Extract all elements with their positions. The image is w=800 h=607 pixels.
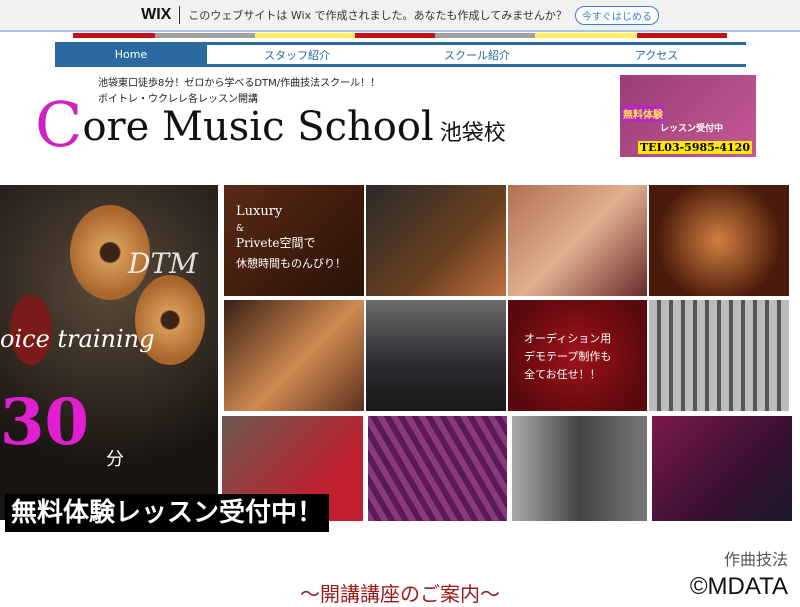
photo-luxury: Luxury & Privete空間で 休憩時間ものんびり！ <box>224 185 364 296</box>
title-initial: C <box>35 88 83 161</box>
nav-home[interactable]: Home <box>55 45 207 64</box>
nav-access[interactable]: アクセス <box>567 45 746 64</box>
hero-dtm: DTM <box>128 247 198 280</box>
promo-tel: TEL03-5985-4120 <box>638 141 752 154</box>
photo-audition: オーディション用 デモテープ制作も 全てお任せ！！ <box>508 300 647 411</box>
hero-guitar-image: DTM oice training 30 分 <box>0 185 218 520</box>
hero-voice: oice training <box>0 325 155 353</box>
nav-school[interactable]: スクール紹介 <box>387 45 567 64</box>
promo-badge: 無料体験 <box>622 105 664 122</box>
photo-studio <box>366 300 506 411</box>
photo-mic <box>368 416 507 521</box>
title-branch: 池袋校 <box>439 121 506 146</box>
tagline: 池袋東口徒歩8分！ゼロから学べるDTM/作曲技法スクール！！ <box>98 78 381 89</box>
photo-lesson <box>508 185 647 296</box>
main-nav: Home スタッフ紹介 スクール紹介 アクセス <box>55 42 746 67</box>
text-relax: 休憩時間ものんびり！ <box>236 257 346 270</box>
color-stripe <box>73 33 727 38</box>
start-now-button[interactable]: 今すぐはじめる <box>574 5 659 25</box>
site-title: Core Music School 池袋校 <box>35 88 506 161</box>
wix-logo: WIX <box>141 6 181 24</box>
photo-mixer <box>649 300 789 411</box>
watermark-top: 作曲技法 <box>723 552 788 569</box>
text-audition2: デモテープ制作も <box>524 350 612 363</box>
free-trial-banner: 無料体験レッスン受付中！ <box>5 494 330 532</box>
promo-text: レッスン受付中 <box>660 124 724 134</box>
photo-workstation <box>652 416 792 521</box>
title-text: ore Music School <box>82 104 434 150</box>
wix-banner: WIX このウェブサイトは Wix で作成されました。あなたも作成してみませんか… <box>0 0 800 32</box>
hero-minutes: 30 <box>0 385 90 460</box>
nav-staff[interactable]: スタッフ紹介 <box>207 45 387 64</box>
promo-image[interactable]: 無料体験 レッスン受付中 TEL03-5985-4120 <box>620 75 756 157</box>
text-audition3: 全てお任せ！！ <box>524 368 601 381</box>
wix-message: このウェブサイトは Wix で作成されました。あなたも作成してみませんか？ <box>188 9 567 22</box>
hero-minutes-unit: 分 <box>106 449 124 470</box>
text-privete: Privete空間で <box>236 236 316 250</box>
photo-guitars <box>366 185 506 296</box>
photo-singer <box>224 300 364 411</box>
photo-building <box>512 416 647 521</box>
courses-heading: ～開講講座のご案内～ <box>300 582 500 606</box>
text-luxury: Luxury <box>236 204 283 219</box>
text-audition1: オーディション用 <box>524 332 612 345</box>
photo-lamps <box>649 185 789 296</box>
